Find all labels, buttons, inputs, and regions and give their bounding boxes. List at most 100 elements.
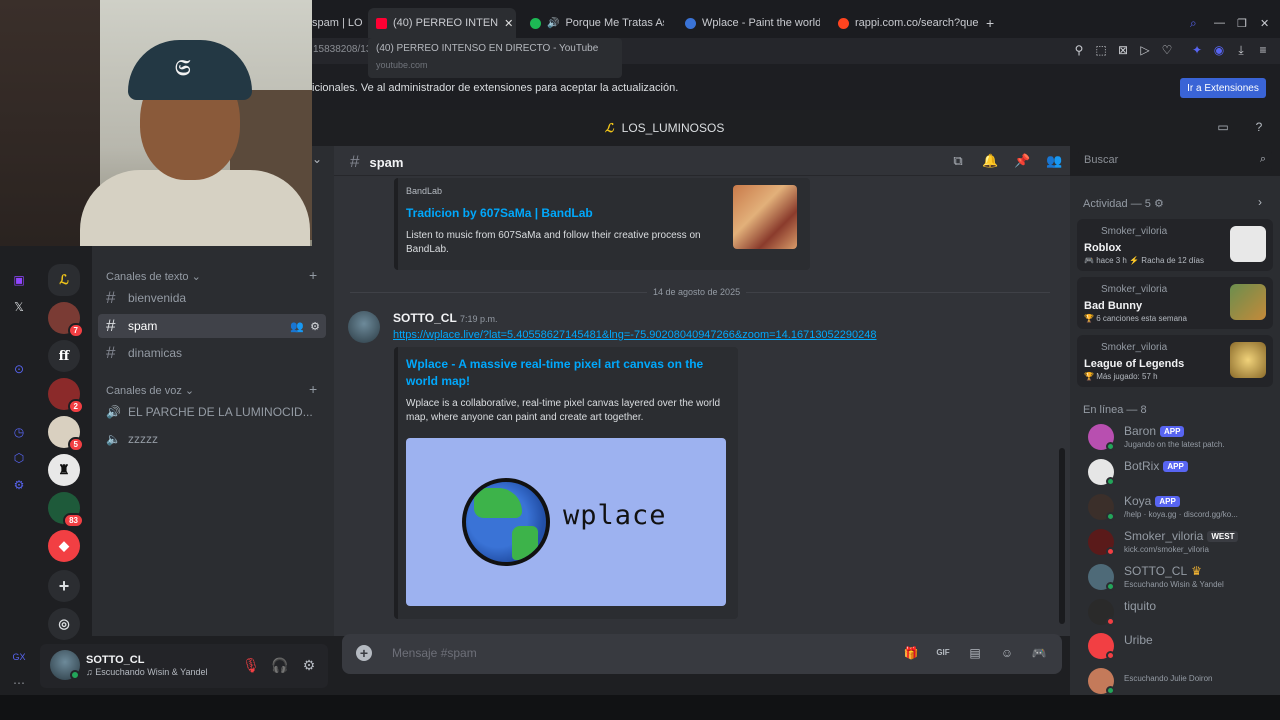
chat-scrollbar[interactable] [1059, 448, 1065, 624]
add-voice-channel-icon[interactable]: + [309, 381, 317, 397]
message-link[interactable]: https://wplace.live/?lat=5.4055862714548… [393, 329, 877, 341]
new-tab-button[interactable]: + [986, 11, 994, 35]
clock-icon[interactable]: ◷ [12, 425, 26, 439]
voice-channels-category[interactable]: Canales de voz ⌄ [106, 384, 194, 397]
member-row[interactable]: Koya APP/help · koya.gg · discord.gg/ko..… [1088, 492, 1272, 524]
user-name[interactable]: SOTTO_CL [86, 654, 144, 666]
emoji-icon[interactable]: ☺ [999, 645, 1015, 661]
gift-icon[interactable]: 🎁 [903, 645, 919, 661]
invite-icon[interactable]: 👥 [290, 320, 304, 333]
embed-title-link[interactable]: Tradicion by 607SaMa | BandLab [406, 206, 593, 220]
member-row[interactable]: Uribe [1088, 631, 1272, 663]
download-icon[interactable]: ⤓ [1234, 43, 1248, 57]
explore-icon[interactable]: ◎ [48, 608, 80, 640]
guild-statue[interactable]: ♜ [48, 454, 80, 486]
channel-spam[interactable]: # spam 👥 ⚙ [98, 314, 326, 338]
tab-spotify[interactable]: 🔊 Porque Me Tratas Así [530, 11, 664, 35]
text-channels-category[interactable]: Canales de texto ⌄ [106, 270, 201, 283]
gif-icon[interactable]: GIF [935, 645, 951, 661]
twitch-icon[interactable]: ▣ [12, 273, 26, 287]
close-tab-icon[interactable]: ✕ [504, 17, 513, 30]
voice-channel-parche[interactable]: 🔊 EL PARCHE DE LA LUMINOCID... [98, 400, 326, 424]
extensions-icon[interactable]: ✦ [1190, 43, 1204, 57]
gx-icon[interactable]: GX [12, 650, 26, 664]
menu-icon[interactable]: ≡ [1256, 43, 1270, 57]
sticker-icon[interactable]: ▤ [967, 645, 983, 661]
play-circle-icon[interactable]: ⊙ [12, 362, 26, 376]
activities-icon[interactable]: 🎮 [1031, 645, 1047, 661]
close-window-icon[interactable]: ✕ [1260, 11, 1269, 35]
member-row[interactable]: tiquito [1088, 597, 1272, 629]
tab-wplace[interactable]: Wplace - Paint the world [685, 11, 820, 35]
channel-bienvenida[interactable]: # bienvenida [98, 286, 326, 310]
profile-icon[interactable]: ◉ [1212, 43, 1226, 57]
speaker-icon: 🔊 [547, 17, 560, 29]
guild-avatar[interactable]: ◆ [48, 530, 80, 562]
members-icon[interactable]: 👥 [1046, 153, 1062, 169]
trophy-icon: 🏆 [1084, 314, 1097, 323]
pin-icon[interactable]: 📌 [1014, 153, 1030, 169]
screen: spam | LO (40) PERREO INTEN ✕ 🔊 Porque M… [0, 0, 1280, 720]
more-icon[interactable]: ⋯ [12, 676, 26, 690]
server-title: ℒ LOS_LUMINOSOS [605, 121, 724, 135]
attach-button[interactable]: + [356, 645, 372, 661]
chevron-down-icon[interactable]: ⌄ [310, 152, 324, 166]
maximize-icon[interactable]: ❐ [1237, 11, 1247, 35]
speaker-muted-icon: 🔈 [106, 432, 121, 446]
url-text[interactable]: 15838208/13 [313, 44, 371, 55]
block-icon[interactable]: ⊠ [1116, 43, 1130, 57]
guild-avatar[interactable]: 5 [48, 416, 84, 452]
tab-rappi[interactable]: rappi.com.co/search?que [838, 11, 978, 35]
member-row[interactable]: Smoker_viloria WEST kick.com/smoker_vilori… [1088, 527, 1272, 559]
x-icon[interactable]: 𝕏 [12, 300, 26, 314]
chevron-right-icon[interactable]: › [1258, 195, 1262, 209]
embed-thumbnail[interactable] [733, 185, 797, 249]
guild-los-luminosos[interactable]: ℒ [48, 264, 80, 296]
play-icon[interactable]: ▷ [1138, 43, 1152, 57]
hash-icon: # [106, 316, 116, 335]
headphones-icon[interactable]: 🎧 [271, 656, 289, 674]
member-name-text: BotRix [1124, 459, 1160, 473]
tab-youtube[interactable]: (40) PERREO INTEN ✕ [368, 8, 516, 38]
channel-label: zzzzz [128, 432, 158, 446]
status-dot [1106, 547, 1115, 556]
gear-icon[interactable]: ⚙ [300, 656, 318, 674]
member-row[interactable]: SOTTO_CL ♛ Escuchando Wisin & Yandel [1088, 562, 1272, 594]
gear-icon[interactable]: ⚙ [310, 320, 320, 333]
activity-sub-text: 6 canciones esta semana [1096, 314, 1187, 323]
member-row[interactable]: Baron APP Jugando on the latest patch. [1088, 422, 1272, 454]
channel-label: dinamicas [128, 346, 183, 360]
threads-icon[interactable]: ⧉ [950, 153, 966, 169]
member-row[interactable]: Escuchando Julie Doiron [1088, 666, 1272, 698]
guild-avatar[interactable]: 2 [48, 378, 84, 414]
bell-icon[interactable]: 🔔 [982, 153, 998, 169]
channel-dinamicas[interactable]: # dinamicas [98, 341, 326, 365]
avatar[interactable] [348, 311, 380, 343]
go-to-extensions-button[interactable]: Ir a Extensiones [1180, 78, 1266, 98]
gear-icon[interactable]: ⚙ [1154, 198, 1164, 210]
message-author[interactable]: SOTTO_CL [393, 311, 457, 325]
voice-channel-zzzzz[interactable]: 🔈 zzzzz [98, 427, 326, 451]
settings-icon[interactable]: ⚙ [12, 478, 26, 492]
member-row[interactable]: BotRix APP [1088, 457, 1272, 489]
inbox-icon[interactable]: ▭ [1216, 120, 1230, 134]
screenshot-icon[interactable]: ⬚ [1094, 43, 1108, 57]
mic-muted-icon[interactable]: 🎙 [242, 656, 260, 674]
minimize-icon[interactable]: — [1214, 11, 1225, 35]
tab-discord[interactable]: spam | LO [312, 11, 363, 35]
embed-title-link[interactable]: Wplace - A massive real-time pixel art c… [406, 356, 726, 390]
cube-icon[interactable]: ⬡ [12, 451, 26, 465]
add-text-channel-icon[interactable]: + [309, 267, 317, 283]
search-input[interactable]: Buscar ⌕ [1078, 150, 1272, 172]
tooltip-title: (40) PERREO INTENSO EN DIRECTO - YouTube [376, 43, 599, 54]
guild-avatar[interactable]: 7 [48, 302, 84, 338]
pin-icon[interactable]: ⚲ [1072, 43, 1086, 57]
heart-icon[interactable]: ♡ [1160, 43, 1174, 57]
help-icon[interactable]: ? [1252, 120, 1266, 134]
message-input[interactable]: Mensaje #spam [392, 646, 477, 660]
guild-avatar[interactable]: 83 [48, 492, 84, 528]
add-server-button[interactable]: + [48, 570, 80, 602]
search-tabs-icon[interactable]: ⌕ [1190, 11, 1197, 35]
youtube-icon [376, 17, 387, 29]
guild-ff[interactable]: ff [48, 340, 80, 372]
